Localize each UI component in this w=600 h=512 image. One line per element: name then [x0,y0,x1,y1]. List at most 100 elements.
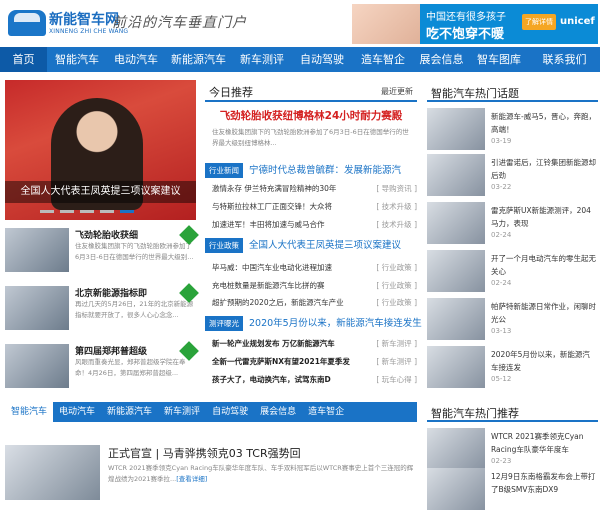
news-title[interactable]: 新一轮产业规划发布 万亿新能源汽车 [212,337,335,351]
news-title[interactable]: 加速进军！丰田将加速与威马合作 [212,218,325,232]
news-title[interactable]: 孩子大了，电动换汽车，试驾东南D [212,373,331,387]
unicef-ad-banner[interactable]: 中国还有很多孩子 吃不饱穿不暖 了解详情 unicef [352,4,598,44]
slider-dot[interactable] [80,210,94,213]
section-label[interactable]: 测评曝光 [205,316,243,331]
article-title[interactable]: 正式官宣 | 马青骅携领克03 TCR强势回 [108,445,301,461]
article-title[interactable]: 北京新能源指标即 [75,286,147,299]
list-item[interactable]: 雷克萨斯UX新能源测评，204马力，表现 02-24 [427,202,598,246]
article-thumbnail[interactable] [427,250,485,292]
article-thumbnail[interactable] [5,286,69,330]
news-title[interactable]: 全新一代雷克萨斯NX有望2021年夏季发 [212,355,350,369]
slider-dot[interactable] [40,210,54,213]
section-label[interactable]: 行业政策 [205,238,243,253]
article-thumbnail[interactable] [427,202,485,244]
news-category[interactable]: [ 导购资讯 ] [376,182,417,196]
news-row[interactable]: 超扩预期的2020之后，新能源汽车产业 [ 行业政策 ] [212,296,417,310]
news-category[interactable]: [ 行业政策 ] [376,261,417,275]
nav-gallery[interactable]: 智车图库 [469,47,529,72]
tab-car-makers[interactable]: 造车智企 [302,402,350,422]
news-category[interactable]: [ 技术升级 ] [376,200,417,214]
article-title[interactable]: 2020年5月份以来，新能源汽车接连发 [491,348,597,374]
article-thumbnail[interactable] [427,108,485,150]
news-category[interactable]: [ 新车测评 ] [376,355,417,369]
nav-car-makers[interactable]: 造车智企 [352,47,414,72]
article-title[interactable]: 第四届郑邦普超级 [75,344,147,357]
list-item[interactable]: WTCR 2021赛季领克Cyan Racing车队豪华年度车 02-23 [427,428,598,472]
section-title-link[interactable]: 全国人大代表王凤英提三项议案建议 [249,238,401,253]
list-item[interactable]: 飞劲轮胎收获细 住友橡胶集团旗下的飞劲轮胎欧洲参加了6月3日-6日在德国举行的世… [5,225,199,274]
news-category[interactable]: [ 新车测评 ] [376,337,417,351]
ad-detail-button[interactable]: 了解详情 [522,14,556,30]
tab-electric-car[interactable]: 电动汽车 [53,402,101,422]
slider-dot[interactable] [100,210,114,213]
list-item[interactable]: 正式官宣 | 马青骅携领克03 TCR强势回 WTCR 2021赛季领克Cyan… [5,445,417,500]
news-row[interactable]: 充电桩数量是新能源汽车比拼的赛 [ 行业政策 ] [212,279,417,293]
article-title[interactable]: WTCR 2021赛季领克Cyan Racing车队豪华年度车 [491,430,597,456]
news-title[interactable]: 毕马威：中国汽车业电动化进程加速 [212,261,332,275]
news-title[interactable]: 与特斯拉拉林工厂正面交锋！大众将 [212,200,332,214]
news-row[interactable]: 全新一代雷克萨斯NX有望2021年夏季发 [ 新车测评 ] [212,355,417,369]
list-item[interactable]: 帕萨特新能源日常作业，闲聊时光公 03-13 [427,298,598,342]
article-thumbnail[interactable] [427,298,485,340]
slider-dot-active[interactable] [120,210,134,213]
article-thumbnail[interactable] [427,428,485,470]
slider-dot[interactable] [60,210,74,213]
news-row[interactable]: 激情永存 伊兰特充满冒险精神的30年 [ 导购资讯 ] [212,182,417,196]
news-row[interactable]: 孩子大了，电动换汽车，试驾东南D [ 玩车心得 ] [212,373,417,387]
article-title[interactable]: 帕萨特新能源日常作业，闲聊时光公 [491,300,597,326]
article-title[interactable]: 12月9日东南格霸发布会上带打了B级SMV东南DX9 [491,470,597,496]
article-thumbnail[interactable] [427,346,485,388]
headline-link[interactable]: 飞劲轮胎收获纽博格林24小时耐力赛殿 [205,108,417,123]
article-thumbnail[interactable] [427,468,485,510]
news-row[interactable]: 毕马威：中国汽车业电动化进程加速 [ 行业政策 ] [212,261,417,275]
nav-contact[interactable]: 联系我们 [529,47,600,72]
section-industry-news: 行业新闻 宁德时代总裁曾毓群：发展新能源汽 [205,163,417,179]
slider-caption[interactable]: 全国人大代表王凤英提三项议案建议 [5,181,196,203]
nav-electric-car[interactable]: 电动汽车 [107,47,165,72]
list-item[interactable]: 第四届郑邦普超级 风眼而重奏光显，郑邦普超级学院在奉命！4月26日，第四届郑邦普… [5,341,199,390]
article-thumbnail[interactable] [5,228,69,272]
tab-expo[interactable]: 展会信息 [254,402,302,422]
list-item[interactable]: 北京新能源指标即 再过几天的5月26日，21年的北京新能源指标就要开放了，很多人… [5,283,199,332]
article-thumbnail[interactable] [5,344,69,388]
list-item[interactable]: 2020年5月份以来，新能源汽车接连发 05-12 [427,346,598,390]
news-category[interactable]: [ 技术升级 ] [376,218,417,232]
tab-smart-car[interactable]: 智能汽车 [5,402,54,422]
nav-expo[interactable]: 展会信息 [414,47,469,72]
tab-new-car-review[interactable]: 新车测评 [158,402,206,422]
nav-smart-car[interactable]: 智能汽车 [47,47,107,72]
article-thumbnail[interactable] [5,445,100,500]
nav-new-energy[interactable]: 新能源汽车 [165,47,232,72]
section-title-link[interactable]: 2020年5月份以来，新能源汽车接连发生 [249,316,422,331]
article-title[interactable]: 新能源车-威马5，晋心，奔跑，高端！ [491,110,597,136]
news-title[interactable]: 超扩预期的2020之后，新能源汽车产业 [212,296,344,310]
news-title[interactable]: 充电桩数量是新能源汽车比拼的赛 [212,279,325,293]
tab-new-energy[interactable]: 新能源汽车 [101,402,158,422]
section-label[interactable]: 行业新闻 [205,163,243,178]
list-item[interactable]: 12月9日东南格霸发布会上带打了B级SMV东南DX9 [427,468,598,512]
news-category[interactable]: [ 玩车心得 ] [376,373,417,387]
article-title[interactable]: 开了一个月电动汽车的零生起无关心 [491,252,597,278]
article-title[interactable]: 雷克萨斯UX新能源测评，204马力，表现 [491,204,597,230]
article-title[interactable]: 飞劲轮胎收获细 [75,228,138,241]
view-detail-link[interactable]: [查看详细] [176,475,207,483]
nav-autonomous[interactable]: 自动驾驶 [292,47,352,72]
recent-updates-link[interactable]: 最近更新 [381,86,413,97]
list-item[interactable]: 引进雷诺后，江铃集团新能源却后劲 03-22 [427,154,598,198]
nav-home[interactable]: 首页 [0,47,47,72]
news-category[interactable]: [ 行业政策 ] [376,296,417,310]
list-item[interactable]: 新能源车-威马5，晋心，奔跑，高端！ 03-19 [427,108,598,152]
site-logo[interactable]: 新能智车网 XINNENG ZHI CHE WANG [8,6,128,40]
news-row[interactable]: 与特斯拉拉林工厂正面交锋！大众将 [ 技术升级 ] [212,200,417,214]
tab-autonomous[interactable]: 自动驾驶 [206,402,254,422]
article-title[interactable]: 引进雷诺后，江铃集团新能源却后劲 [491,156,597,182]
news-row[interactable]: 新一轮产业规划发布 万亿新能源汽车 [ 新车测评 ] [212,337,417,351]
featured-slider[interactable]: 全国人大代表王凤英提三项议案建议 [5,80,196,220]
news-row[interactable]: 加速进军！丰田将加速与威马合作 [ 技术升级 ] [212,218,417,232]
news-title[interactable]: 激情永存 伊兰特充满冒险精神的30年 [212,182,336,196]
nav-new-car-review[interactable]: 新车测评 [232,47,292,72]
section-title-link[interactable]: 宁德时代总裁曾毓群：发展新能源汽 [249,163,401,178]
article-thumbnail[interactable] [427,154,485,196]
news-category[interactable]: [ 行业政策 ] [376,279,417,293]
list-item[interactable]: 开了一个月电动汽车的零生起无关心 02-24 [427,250,598,294]
